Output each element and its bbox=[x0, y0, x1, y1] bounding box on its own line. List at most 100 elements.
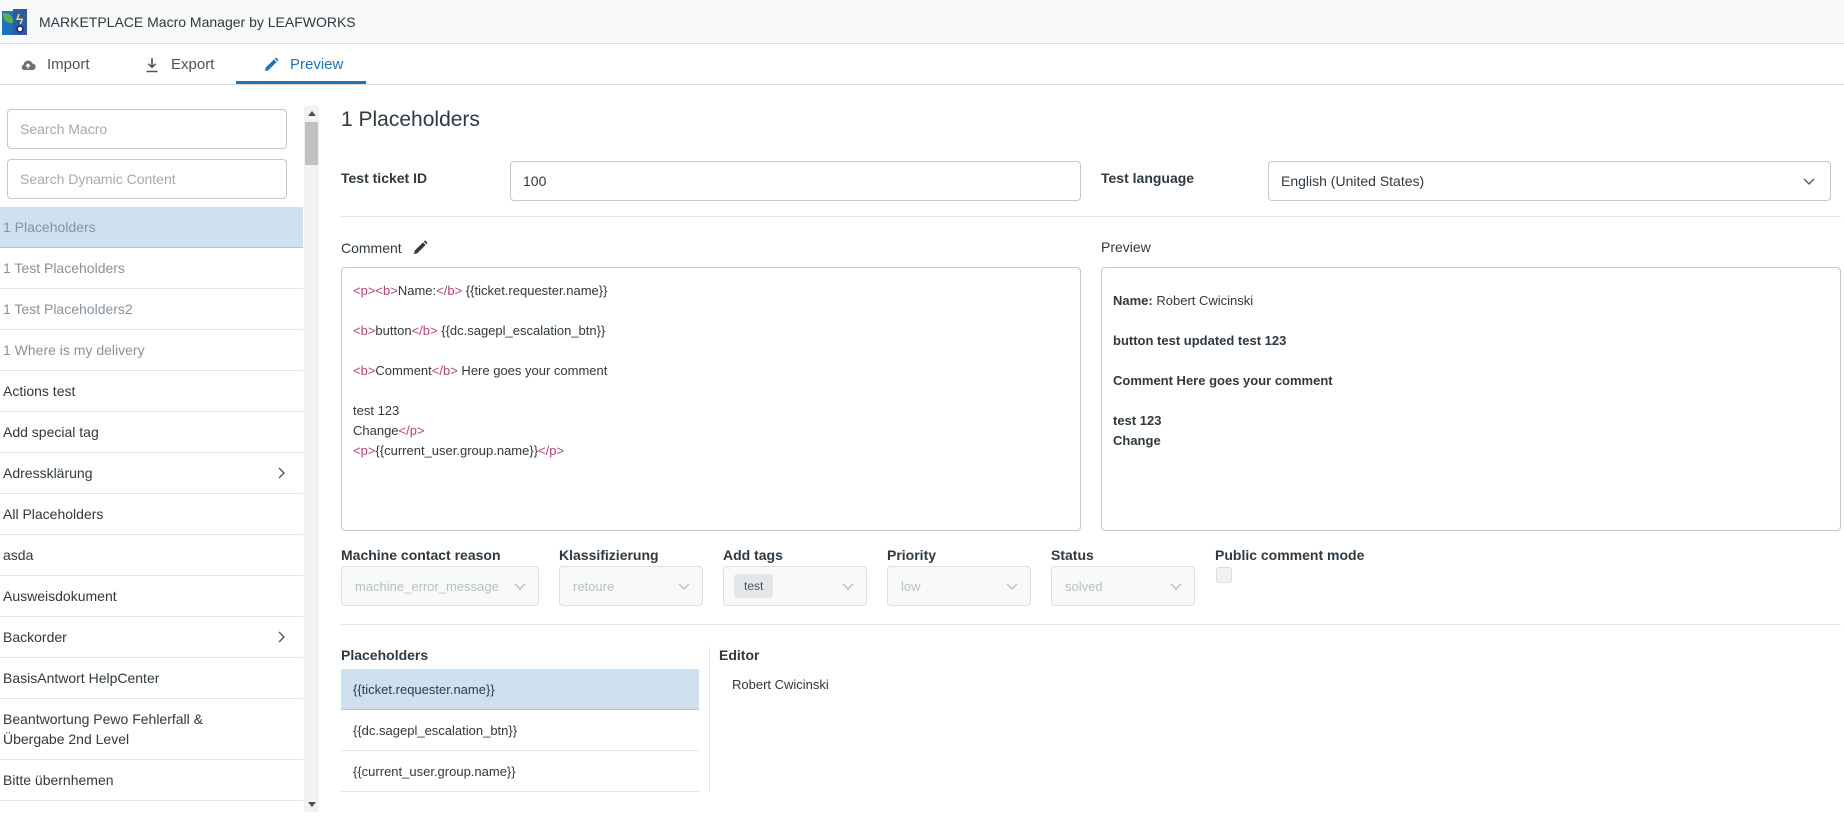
chevron-right-icon bbox=[278, 467, 285, 479]
list-item[interactable]: Ausweisdokument bbox=[0, 576, 303, 617]
editor-label: Editor bbox=[719, 647, 760, 663]
list-item-label: Ausweisdokument bbox=[3, 588, 117, 604]
page-title: 1 Placeholders bbox=[341, 108, 480, 131]
pencil-icon bbox=[262, 56, 280, 74]
app-title: MARKETPLACE Macro Manager by LEAFWORKS bbox=[39, 13, 356, 30]
add-tags-select[interactable]: test bbox=[723, 566, 867, 606]
test-ticket-label: Test ticket ID bbox=[341, 170, 428, 186]
list-item-label: BasisAntwort HelpCenter bbox=[3, 670, 160, 686]
download-icon bbox=[143, 56, 161, 74]
status-value: solved bbox=[1065, 578, 1103, 594]
code-tag: </b> bbox=[431, 363, 458, 378]
tab-import[interactable]: Import bbox=[19, 45, 90, 84]
code-text: {{ticket.requester.name}} bbox=[462, 283, 608, 298]
chevron-down-icon bbox=[842, 583, 854, 590]
preview-line-blank bbox=[1113, 311, 1829, 331]
list-item-label: 1 Test Placeholders2 bbox=[3, 301, 133, 317]
chevron-down-icon bbox=[1170, 583, 1182, 590]
tag-chip[interactable]: test bbox=[734, 574, 774, 598]
code-text: {{dc.sagepl_escalation_btn}} bbox=[437, 323, 606, 338]
comment-label-text: Comment bbox=[341, 240, 402, 256]
status-select[interactable]: solved bbox=[1051, 566, 1195, 606]
list-item-label: Bitte übernhemen bbox=[3, 772, 114, 788]
machine-contact-reason-select[interactable]: machine_error_message bbox=[341, 566, 539, 606]
scroll-down-arrow-icon[interactable] bbox=[304, 798, 319, 812]
test-ticket-id-value: 100 bbox=[523, 173, 547, 189]
list-item[interactable]: Actions test bbox=[0, 371, 303, 412]
tab-export[interactable]: Export bbox=[143, 45, 214, 84]
chevron-right-icon bbox=[278, 631, 285, 643]
placeholders-label: Placeholders bbox=[341, 647, 429, 663]
machine-contact-reason-value: machine_error_message bbox=[355, 578, 499, 594]
list-item[interactable]: 1 Test Placeholders2 bbox=[0, 289, 303, 330]
cloud-upload-icon bbox=[19, 56, 37, 74]
code-text: {{current_user.group.name}} bbox=[375, 443, 539, 458]
sidebar-scrollbar[interactable] bbox=[304, 106, 319, 812]
list-item-label: Actions test bbox=[3, 383, 76, 399]
preview-line-blank bbox=[1113, 391, 1829, 411]
list-item[interactable]: Adressklärung bbox=[0, 453, 303, 494]
list-item[interactable]: 1 Placeholders bbox=[0, 207, 303, 248]
code-line: Change</p> bbox=[353, 421, 1069, 441]
comment-preview: Name: Robert Cwicinski button test updat… bbox=[1101, 267, 1841, 531]
list-item-label: Beantwortung Pewo Fehlerfall & Übergabe … bbox=[3, 709, 203, 749]
code-tag: <p> bbox=[353, 443, 376, 458]
list-item-label-line2: Übergabe 2nd Level bbox=[3, 731, 130, 747]
macro-list: 1 Placeholders 1 Test Placeholders 1 Tes… bbox=[0, 207, 303, 801]
list-item[interactable]: BasisAntwort HelpCenter bbox=[0, 658, 303, 699]
list-item-label: All Placeholders bbox=[3, 506, 104, 522]
preview-line: button test updated test 123 bbox=[1113, 333, 1287, 348]
list-item-label: Backorder bbox=[3, 629, 67, 645]
search-macro-input[interactable] bbox=[7, 109, 287, 149]
list-item-label-line1: Beantwortung Pewo Fehlerfall & bbox=[3, 711, 203, 727]
list-item[interactable]: Add special tag bbox=[0, 412, 303, 453]
code-tag: <b> bbox=[353, 363, 376, 378]
search-dynamic-content-input[interactable] bbox=[7, 159, 287, 199]
code-line: <p>{{current_user.group.name}}</p> bbox=[353, 441, 1069, 461]
public-comment-mode-checkbox[interactable] bbox=[1216, 567, 1232, 583]
scrollbar-thumb[interactable] bbox=[305, 122, 318, 165]
placeholder-item[interactable]: {{dc.sagepl_escalation_btn}} bbox=[341, 710, 699, 751]
tab-import-label: Import bbox=[47, 56, 90, 73]
preview-line: Comment Here goes your comment bbox=[1113, 373, 1333, 388]
priority-select[interactable]: low bbox=[887, 566, 1031, 606]
test-language-label: Test language bbox=[1101, 170, 1195, 186]
test-language-select[interactable]: English (United States) bbox=[1268, 161, 1831, 201]
code-text: Here goes your comment bbox=[457, 363, 608, 378]
list-item[interactable]: asda bbox=[0, 535, 303, 576]
code-tag: </p> bbox=[398, 423, 425, 438]
list-item[interactable]: 1 Where is my delivery bbox=[0, 330, 303, 371]
placeholder-item[interactable]: {{ticket.requester.name}} bbox=[341, 669, 699, 710]
list-item[interactable]: 1 Test Placeholders bbox=[0, 248, 303, 289]
title-bar: ϟ MARKETPLACE Macro Manager by LEAFWORKS bbox=[0, 0, 1844, 44]
comment-code-editor[interactable]: <p><b>Name:</b> {{ticket.requester.name}… bbox=[341, 267, 1081, 531]
public-comment-mode-label: Public comment mode bbox=[1215, 547, 1365, 563]
tab-preview-label: Preview bbox=[290, 56, 344, 73]
divider bbox=[341, 216, 1841, 217]
preview-text: Name: bbox=[1113, 293, 1153, 308]
list-item[interactable]: All Placeholders bbox=[0, 494, 303, 535]
scroll-up-arrow-icon[interactable] bbox=[304, 106, 319, 120]
tab-preview[interactable]: Preview bbox=[262, 45, 343, 84]
code-text: button bbox=[375, 323, 412, 338]
list-item[interactable]: Beantwortung Pewo Fehlerfall & Übergabe … bbox=[0, 699, 303, 760]
chevron-down-icon bbox=[514, 583, 526, 590]
list-item-label: asda bbox=[3, 547, 34, 563]
list-item-label: 1 Test Placeholders bbox=[3, 260, 125, 276]
preview-line: Name: Robert Cwicinski bbox=[1113, 291, 1829, 311]
placeholder-item[interactable]: {{current_user.group.name}} bbox=[341, 751, 699, 792]
list-item[interactable]: Backorder bbox=[0, 617, 303, 658]
klassifizierung-select[interactable]: retoure bbox=[559, 566, 703, 606]
code-line: <b>button</b> {{dc.sagepl_escalation_btn… bbox=[353, 321, 1069, 341]
editor-value[interactable]: Robert Cwicinski bbox=[732, 677, 829, 692]
list-item[interactable]: Bitte übernhemen bbox=[0, 760, 303, 801]
edit-pencil-icon[interactable] bbox=[411, 239, 429, 257]
code-tag: </b> bbox=[411, 323, 438, 338]
comment-label: Comment bbox=[341, 239, 429, 257]
code-tag: <p> bbox=[353, 283, 376, 298]
code-line: <b>Comment</b> Here goes your comment bbox=[353, 361, 1069, 381]
code-tag: </p> bbox=[538, 443, 565, 458]
test-language-value: English (United States) bbox=[1281, 173, 1425, 189]
test-ticket-id-input[interactable]: 100 bbox=[510, 161, 1081, 201]
